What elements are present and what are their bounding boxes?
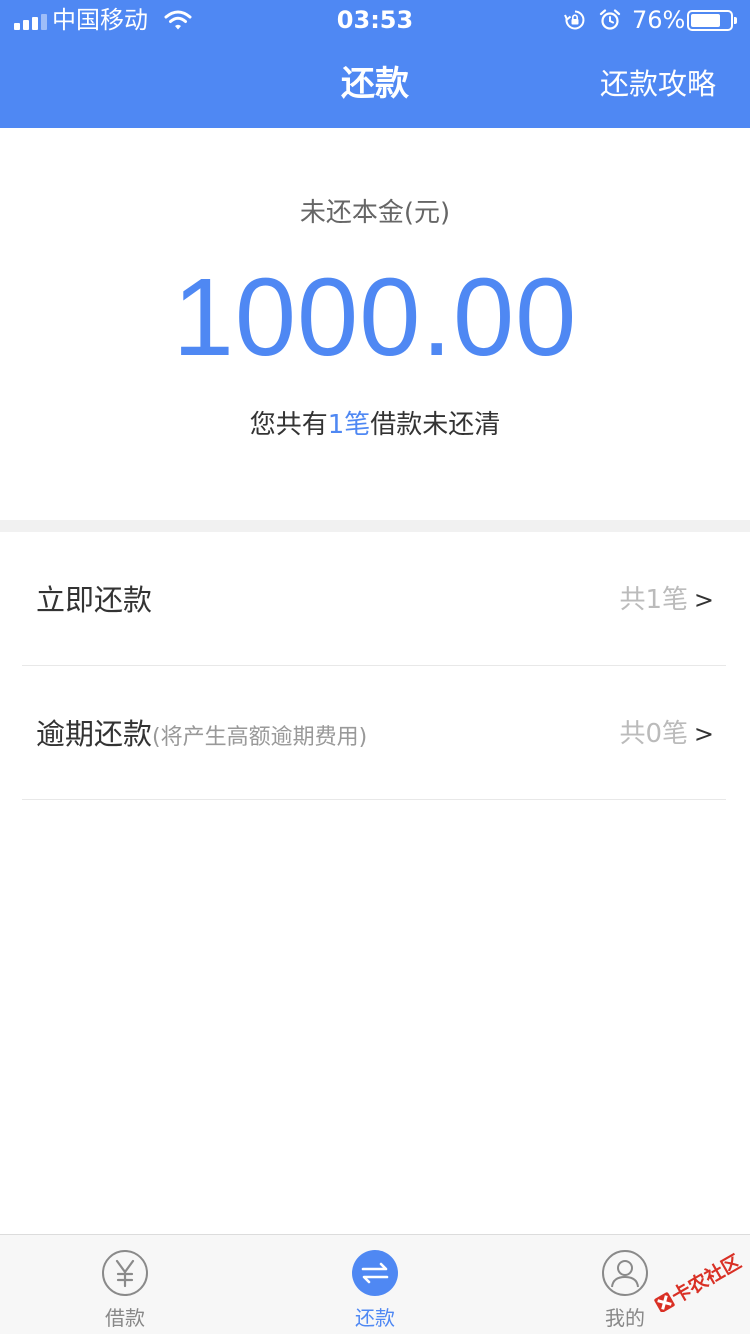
- row-title-text: 逾期还款: [36, 717, 153, 751]
- chevron-right-icon: >: [693, 720, 714, 748]
- tab-label: 还款: [355, 1306, 395, 1330]
- outstanding-principal-label: 未还本金(元): [299, 198, 451, 228]
- repay-now-count: 共1笔: [619, 585, 688, 615]
- repay-now-title: 立即还款: [36, 581, 152, 619]
- bottom-tab-bar: 借款 还款 我的: [0, 1234, 750, 1334]
- yen-circle-icon: [102, 1250, 148, 1296]
- app-header: 中国移动 03:53 76% 还款 还款攻略: [0, 0, 750, 128]
- tab-label: 借款: [105, 1306, 145, 1330]
- battery-level-fill: [691, 14, 720, 27]
- battery-icon: [687, 10, 737, 31]
- rotation-lock-icon: [564, 10, 585, 30]
- tab-repay[interactable]: 还款: [250, 1235, 500, 1334]
- svg-text:卡农社区: 卡农社区: [668, 1252, 745, 1308]
- overdue-warning-text: (将产生高额逾期费用): [152, 725, 368, 750]
- overdue-repay-title: 逾期还款(将产生高额逾期费用): [36, 715, 367, 757]
- transfer-arrows-icon: [352, 1250, 398, 1296]
- outstanding-principal-amount: 1000.00: [172, 256, 578, 379]
- battery-percent: 76%: [632, 6, 686, 34]
- section-divider: [0, 520, 750, 532]
- row-divider: [22, 799, 726, 800]
- note-count: 1笔: [327, 410, 371, 440]
- row-title-text: 立即还款: [36, 583, 153, 617]
- repayment-guide-link[interactable]: 还款攻略: [600, 64, 716, 104]
- outstanding-loans-note: 您共有1笔借款未还清: [0, 407, 750, 443]
- status-bar: 中国移动 03:53 76%: [0, 0, 750, 40]
- note-suffix: 借款未还清: [370, 410, 501, 440]
- forum-watermark-logo: 卡农社区: [654, 1252, 745, 1312]
- overdue-repay-row[interactable]: 逾期还款(将产生高额逾期费用) 共0笔 >: [0, 666, 750, 800]
- outstanding-summary: 未还本金(元) 1000.00 您共有1笔借款未还清: [0, 128, 750, 520]
- alarm-clock-icon: [599, 9, 621, 30]
- tab-loan[interactable]: 借款: [0, 1235, 250, 1334]
- repay-now-row[interactable]: 立即还款 共1笔 >: [0, 532, 750, 666]
- user-circle-icon: [602, 1250, 648, 1296]
- chevron-right-icon: >: [693, 586, 714, 614]
- note-prefix: 您共有: [249, 410, 328, 440]
- overdue-repay-count: 共0笔: [619, 719, 688, 749]
